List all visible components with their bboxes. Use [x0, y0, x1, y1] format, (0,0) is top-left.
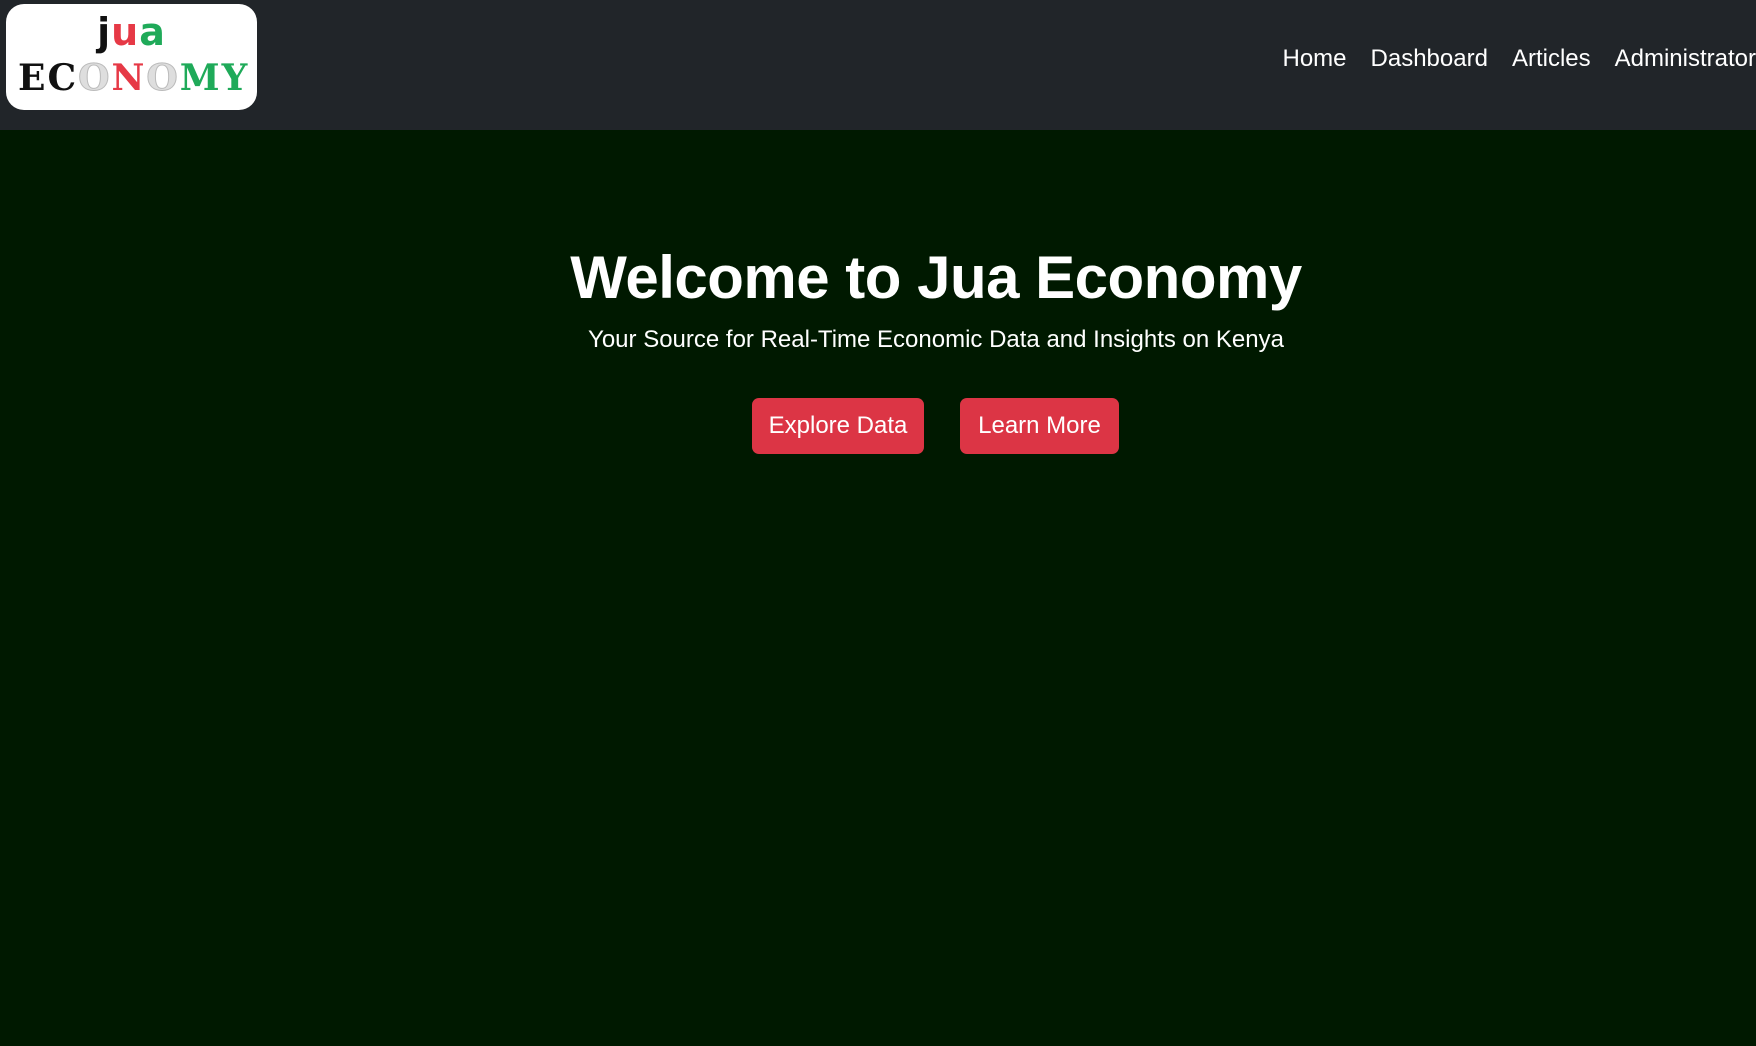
logo-letter: M — [179, 57, 222, 99]
hero-subtitle: Your Source for Real-Time Economic Data … — [588, 326, 1284, 353]
hero-section: Welcome to Jua Economy Your Source for R… — [0, 130, 1756, 1046]
logo-letter: u — [111, 10, 140, 54]
logo-letter: N — [111, 57, 147, 99]
nav-link-administrator[interactable]: Administrator — [1615, 45, 1756, 73]
logo-letter: E — [18, 57, 48, 99]
logo-letter: a — [139, 10, 166, 54]
navbar: jua ECONOMY Home Dashboard Articles Admi… — [0, 0, 1756, 130]
nav-menu: Home Dashboard Articles Administrator — [1258, 40, 1756, 78]
learn-more-button[interactable]: Learn More — [960, 398, 1119, 454]
logo-letter: j — [97, 10, 112, 54]
logo-letter: C — [47, 57, 79, 99]
nav-link-home[interactable]: Home — [1282, 45, 1346, 73]
logo-text-economy: ECONOMY — [18, 56, 250, 100]
logo-letter: Y — [221, 57, 250, 99]
logo-text-jua: jua — [6, 10, 257, 54]
nav-link-dashboard[interactable]: Dashboard — [1371, 45, 1488, 73]
logo-letter: O — [78, 57, 112, 100]
nav-link-articles[interactable]: Articles — [1512, 45, 1591, 73]
logo-letter: O — [146, 57, 180, 100]
site-logo[interactable]: jua ECONOMY — [6, 4, 257, 110]
explore-data-button[interactable]: Explore Data — [752, 398, 924, 454]
hero-title: Welcome to Jua Economy — [570, 244, 1302, 311]
